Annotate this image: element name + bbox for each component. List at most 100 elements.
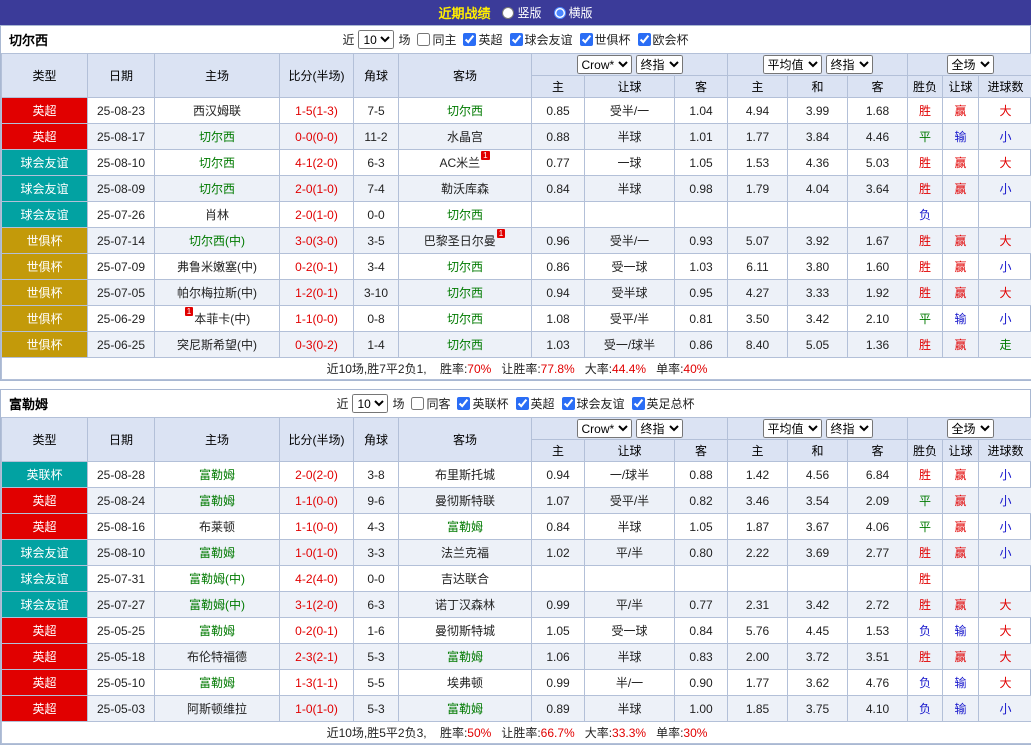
avg-away-cell: 1.67 [848,228,908,254]
league-checkbox[interactable] [632,397,645,410]
avg-source-select[interactable]: 平均值 [763,419,822,438]
away-team-link[interactable]: 切尔西 [447,312,483,326]
home-team-link[interactable]: 富勒姆 [199,468,235,482]
view-horizontal-option[interactable]: 横版 [554,4,593,21]
away-team-link[interactable]: 切尔西 [447,208,483,222]
home-team-link[interactable]: 突尼斯希望(中) [177,338,257,352]
home-team-cell: 肖林 [155,202,280,228]
away-team-link[interactable]: 巴黎圣日尔曼 [424,234,496,248]
home-team-link[interactable]: 切尔西(中) [189,234,245,248]
home-team-link[interactable]: 本菲卡(中) [194,312,250,326]
away-team-cell: 法兰克福 [399,540,532,566]
league-filter[interactable]: 球会友谊 [562,395,625,412]
view-horizontal-radio[interactable] [554,7,566,19]
avg-home-cell: 1.42 [728,462,788,488]
away-team-link[interactable]: 富勒姆 [447,520,483,534]
league-filter[interactable]: 欧会杯 [638,31,689,48]
home-team-link[interactable]: 帕尔梅拉斯(中) [177,286,257,300]
view-vertical-option[interactable]: 竖版 [502,4,541,21]
away-team-link[interactable]: 布里斯托城 [435,468,495,482]
home-team-link[interactable]: 弗鲁米嫩塞(中) [177,260,257,274]
away-team-link[interactable]: 勒沃库森 [441,182,489,196]
away-team-link[interactable]: 法兰克福 [441,546,489,560]
league-filter[interactable]: 英联杯 [457,395,508,412]
away-team-link[interactable]: 富勒姆 [447,702,483,716]
home-team-link[interactable]: 阿斯顿维拉 [187,702,247,716]
avg-home-cell: 2.00 [728,644,788,670]
same-venue-checkbox[interactable] [411,397,424,410]
home-team-link[interactable]: 切尔西 [199,182,235,196]
away-team-link[interactable]: 切尔西 [447,338,483,352]
away-team-link[interactable]: AC米兰 [439,156,480,170]
score-cell: 4-1(2-0) [280,150,354,176]
league-filter[interactable]: 世俱杯 [580,31,631,48]
league-filter[interactable]: 球会友谊 [510,31,573,48]
avg-away-cell: 2.77 [848,540,908,566]
away-team-link[interactable]: 诺丁汉森林 [435,598,495,612]
away-team-link[interactable]: 切尔西 [447,260,483,274]
away-team-link[interactable]: 切尔西 [447,104,483,118]
league-checkbox[interactable] [516,397,529,410]
match-row: 世俱杯25-06-25突尼斯希望(中)0-3(0-2)1-4切尔西1.03受一/… [2,332,1031,358]
away-team-link[interactable]: 富勒姆 [447,650,483,664]
competition-badge: 英超 [2,514,88,540]
scope-select[interactable]: 全场 [947,419,994,438]
odds-stage-select[interactable]: 终指 [636,55,683,74]
league-checkbox[interactable] [463,33,476,46]
away-team-link[interactable]: 曼彻斯特联 [435,494,495,508]
odds-provider-select[interactable]: Crow* [577,419,632,438]
recent-count-select[interactable]: 10 [358,30,394,49]
avg-stage-select[interactable]: 终指 [826,55,873,74]
away-team-link[interactable]: 埃弗顿 [447,676,483,690]
league-filter[interactable]: 英超 [463,31,502,48]
home-team-link[interactable]: 布莱顿 [199,520,235,534]
away-team-link[interactable]: 曼彻斯特城 [435,624,495,638]
league-filter[interactable]: 英足总杯 [632,395,695,412]
league-checkbox[interactable] [638,33,651,46]
home-team-cell: 布莱顿 [155,514,280,540]
same-venue-checkbox[interactable] [417,33,430,46]
home-team-link[interactable]: 富勒姆 [199,494,235,508]
recent-count-select[interactable]: 10 [352,394,388,413]
goals-result-cell [979,202,1031,228]
odds-provider-select[interactable]: Crow* [577,55,632,74]
avg-source-select[interactable]: 平均值 [763,55,822,74]
home-team-link[interactable]: 富勒姆(中) [189,572,245,586]
away-team-link[interactable]: 切尔西 [447,286,483,300]
league-checkbox[interactable] [580,33,593,46]
match-row: 球会友谊25-08-09切尔西2-0(1-0)7-4勒沃库森0.84半球0.98… [2,176,1031,202]
home-team-link[interactable]: 切尔西 [199,156,235,170]
home-team-link[interactable]: 布伦特福德 [187,650,247,664]
home-team-link[interactable]: 富勒姆(中) [189,598,245,612]
col-header: 类型 [2,418,88,462]
odds-stage-select[interactable]: 终指 [636,419,683,438]
match-row: 英超25-05-25富勒姆0-2(0-1)1-6曼彻斯特城1.05受一球0.84… [2,618,1031,644]
corner-cell: 3-5 [354,228,399,254]
avg-draw-cell: 3.80 [788,254,848,280]
same-venue-filter[interactable]: 同主 [417,31,456,48]
view-vertical-radio[interactable] [502,7,514,19]
result-cell: 胜 [908,566,943,592]
goals-result-cell: 小 [979,696,1031,722]
same-venue-filter[interactable]: 同客 [411,395,450,412]
league-checkbox[interactable] [457,397,470,410]
scope-select[interactable]: 全场 [947,55,994,74]
league-filter[interactable]: 英超 [516,395,555,412]
league-checkbox[interactable] [562,397,575,410]
home-team-link[interactable]: 富勒姆 [199,676,235,690]
home-team-link[interactable]: 富勒姆 [199,546,235,560]
home-team-link[interactable]: 西汉姆联 [193,104,241,118]
result-cell: 胜 [908,228,943,254]
away-team-link[interactable]: 吉达联合 [441,572,489,586]
home-team-link[interactable]: 富勒姆 [199,624,235,638]
home-team-link[interactable]: 切尔西 [199,130,235,144]
summary-stat-label: 单率: [656,362,683,376]
summary-stat-value: 40% [683,362,707,376]
scope-group-header: 全场 [908,418,1031,440]
avg-stage-select[interactable]: 终指 [826,419,873,438]
avg-away-cell [848,566,908,592]
away-team-link[interactable]: 水晶宫 [447,130,483,144]
goals-result-cell: 走 [979,332,1031,358]
home-team-link[interactable]: 肖林 [205,208,229,222]
league-checkbox[interactable] [510,33,523,46]
